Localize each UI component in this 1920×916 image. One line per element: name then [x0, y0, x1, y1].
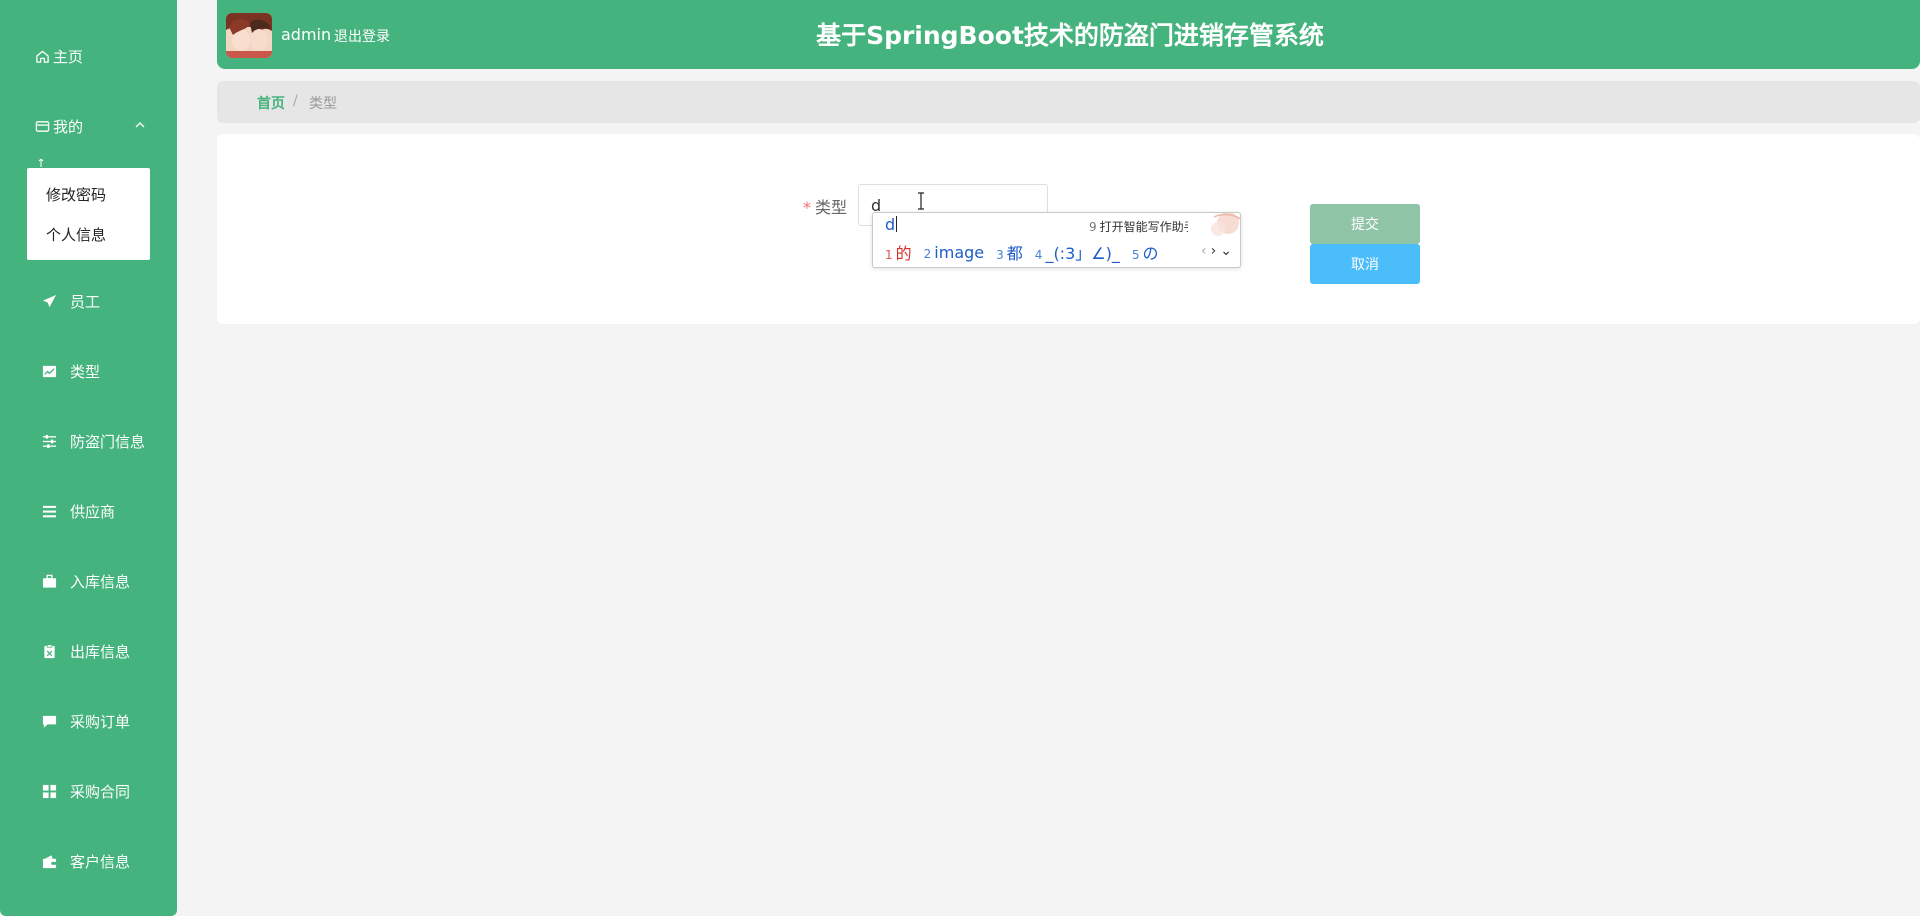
sidebar-item-door-info[interactable]: 防盗门信息: [0, 421, 177, 461]
ime-candidate[interactable]: 3都: [996, 240, 1023, 264]
ime-expand-icon[interactable]: ⌄: [1220, 243, 1232, 259]
top-header: admin 退出登录 基于SpringBoot技术的防盗门进销存管系统: [217, 0, 1920, 69]
ime-candidate-word: の: [1142, 244, 1159, 263]
sidebar-item-label: 主页: [53, 47, 84, 66]
submenu-item-profile[interactable]: 个人信息: [46, 224, 106, 245]
grid-icon: [40, 782, 58, 800]
ime-candidates: 1的 2 image 3都 4 _(:3」∠)_ 5の: [885, 240, 1171, 264]
ime-assist-number: 9: [1089, 220, 1097, 234]
sliders-icon: [40, 432, 58, 450]
sidebar-item-outbound[interactable]: 出库信息: [0, 631, 177, 671]
ime-candidate[interactable]: 4 _(:3」∠)_: [1035, 240, 1120, 264]
sidebar-item-label: 防盗门信息: [70, 432, 146, 451]
sidebar-item-employee[interactable]: 员工: [0, 281, 177, 321]
ime-writing-assistant[interactable]: 9 打开智能写作助手: [1089, 218, 1196, 235]
breadcrumb-current: 类型: [309, 96, 337, 112]
submenu-item-change-password[interactable]: 修改密码: [46, 184, 106, 205]
ime-caret: [896, 216, 898, 232]
sidebar-item-purchase-order[interactable]: 采购订单: [0, 701, 177, 741]
ime-candidate-word: image: [934, 242, 985, 262]
sidebar: 主页 我的 修改密码 个人信息 员工 类型 防盗门信息 供应商 入库信息 出库信…: [0, 0, 177, 916]
sidebar-item-label: 类型: [70, 362, 101, 381]
ime-paging: ‹ › ⌄: [1201, 243, 1232, 259]
clipboard-icon: [40, 642, 58, 660]
sidebar-item-label: 供应商: [70, 502, 116, 521]
text-cursor-icon: [918, 192, 924, 210]
sidebar-item-label: 我的: [53, 117, 84, 136]
sidebar-item-inbound[interactable]: 入库信息: [0, 561, 177, 601]
ime-candidate-window: d 9 打开智能写作助手 1的 2 image 3都 4 _(:3」∠)_ 5の ‹ …: [872, 212, 1241, 268]
ime-candidate-number: 3: [996, 248, 1004, 262]
wallet-icon: [40, 852, 58, 870]
breadcrumb: 首页 / 类型: [217, 81, 1920, 123]
sidebar-item-label: 出库信息: [70, 642, 131, 661]
sidebar-item-customer[interactable]: 客户信息: [0, 841, 177, 881]
paper-plane-icon: [40, 292, 58, 310]
required-mark: *: [803, 198, 811, 217]
type-label-text: 类型: [815, 198, 848, 217]
chart-icon: [40, 362, 58, 380]
ime-candidate-word: _(:3」∠)_: [1045, 244, 1120, 263]
sidebar-item-label: 客户信息: [70, 852, 131, 871]
submenu-pointer-icon: [38, 159, 44, 167]
ime-candidate-number: 4: [1034, 248, 1043, 262]
card-icon: [33, 117, 51, 135]
mine-submenu: 修改密码 个人信息: [27, 168, 150, 260]
ime-composition: d: [885, 215, 898, 234]
ime-candidate[interactable]: 2 image: [924, 243, 984, 262]
chevron-up-icon: [135, 122, 145, 128]
breadcrumb-home-link[interactable]: 首页: [257, 93, 285, 113]
sidebar-item-purchase-contract[interactable]: 采购合同: [0, 771, 177, 811]
sidebar-item-label: 采购合同: [70, 782, 131, 801]
list-icon: [40, 502, 58, 520]
type-label: * 类型: [803, 194, 847, 218]
ime-composition-text: d: [885, 215, 896, 234]
sidebar-item-label: 员工: [70, 292, 101, 311]
page-title: 基于SpringBoot技术的防盗门进销存管系统: [816, 21, 1324, 50]
ime-candidate-word: 都: [1006, 244, 1023, 263]
sidebar-item-label: 采购订单: [70, 712, 131, 731]
ime-candidate[interactable]: 5の: [1132, 240, 1159, 264]
ime-prev-page-icon[interactable]: ‹: [1201, 243, 1207, 259]
sidebar-item-label: 入库信息: [70, 572, 131, 591]
home-icon: [33, 47, 51, 65]
ime-candidate[interactable]: 1的: [885, 240, 912, 264]
cancel-button[interactable]: 取消: [1310, 244, 1420, 284]
sidebar-item-home[interactable]: 主页: [0, 36, 177, 76]
sidebar-item-supplier[interactable]: 供应商: [0, 491, 177, 531]
submit-button[interactable]: 提交: [1310, 204, 1420, 244]
sidebar-item-type[interactable]: 类型: [0, 351, 177, 391]
ime-candidate-word: 的: [895, 244, 912, 263]
briefcase-icon: [40, 572, 58, 590]
ime-skin-decoration-icon: [1188, 213, 1240, 239]
ime-next-page-icon[interactable]: ›: [1211, 243, 1217, 259]
ime-candidate-number: 2: [923, 246, 932, 261]
sidebar-item-mine[interactable]: 我的: [0, 106, 177, 146]
breadcrumb-separator: /: [293, 93, 298, 109]
ime-candidate-number: 1: [885, 248, 893, 262]
ime-assist-label: 打开智能写作助手: [1099, 220, 1196, 234]
ime-candidate-number: 5: [1131, 248, 1140, 262]
chat-icon: [40, 712, 58, 730]
